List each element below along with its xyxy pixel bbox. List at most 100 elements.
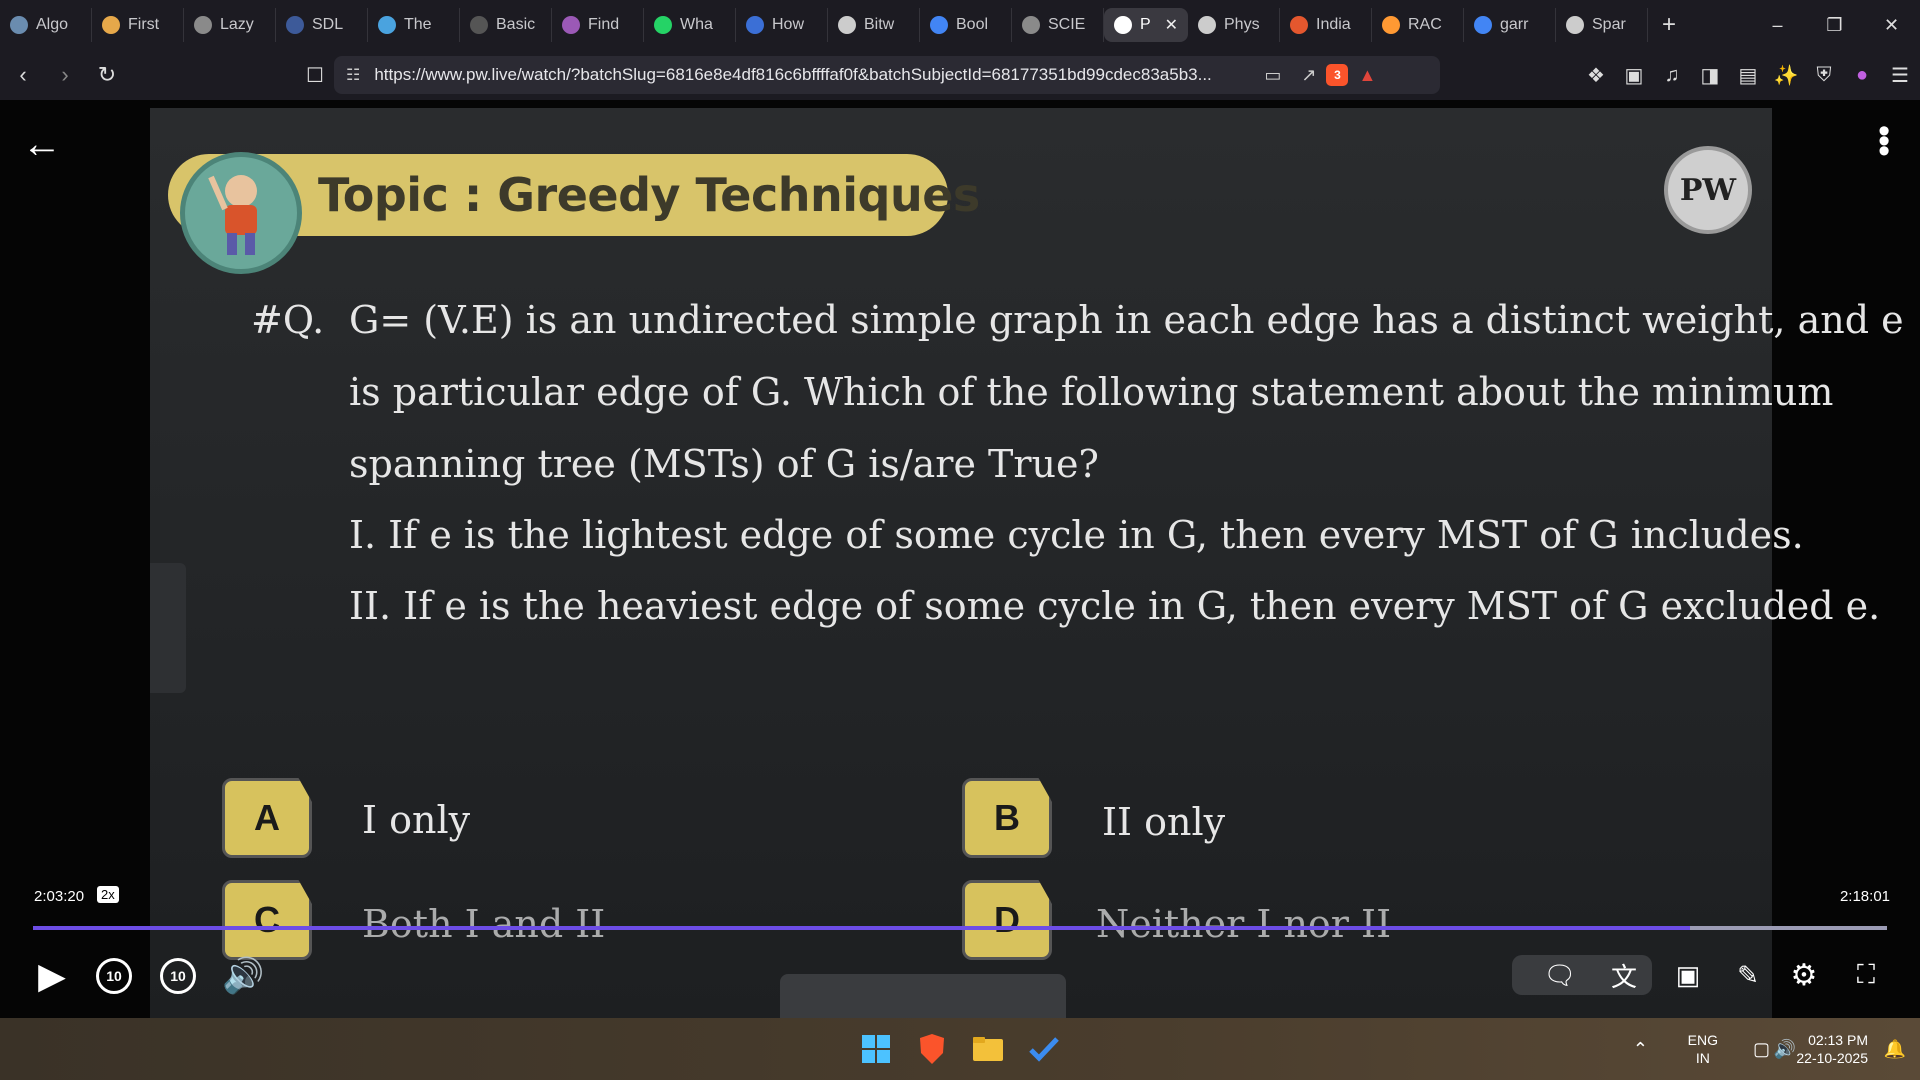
forward-icon[interactable]: › (46, 56, 84, 94)
profile-icon[interactable]: ● (1850, 56, 1874, 94)
browser-tab[interactable]: Wha (644, 8, 736, 42)
tab-label: First (128, 16, 160, 33)
code-icon (378, 16, 396, 34)
question-line-2: is particular edge of G. Which of the fo… (349, 370, 1834, 414)
browser-tab[interactable]: How (736, 8, 828, 42)
browser-tab[interactable]: Spar (1556, 8, 1648, 42)
play-icon[interactable]: ▶ (34, 955, 70, 996)
sidebar-icon[interactable]: ◨ (1698, 56, 1722, 94)
browser-tab[interactable]: RAC (1372, 8, 1464, 42)
video-player[interactable]: Topic : Greedy Techniques PW #Q. G= (V.E… (0, 100, 1920, 1024)
pen-toolbar (780, 974, 1066, 1024)
question-line-1: G= (V.E) is an undirected simple graph i… (349, 298, 1904, 342)
browser-tab[interactable]: Phys (1188, 8, 1280, 42)
browser-tab[interactable]: P ✕ (1104, 8, 1188, 42)
file-explorer-icon[interactable] (968, 1029, 1008, 1069)
minimize-icon[interactable]: – (1749, 0, 1806, 50)
music-icon[interactable]: ♫ (1660, 56, 1684, 94)
browser-tab[interactable]: India (1280, 8, 1372, 42)
rewind-10-icon[interactable]: 10 (96, 958, 132, 994)
brave-browser-icon[interactable] (912, 1029, 952, 1069)
restore-icon[interactable]: ❐ (1806, 0, 1863, 50)
browser-tab[interactable]: First (92, 8, 184, 42)
browser-tab[interactable]: Bool (920, 8, 1012, 42)
bookmark-icon (746, 16, 764, 34)
text-icon (838, 16, 856, 34)
address-bar[interactable]: ☷ https://www.pw.live/watch/?batchSlug=6… (334, 56, 1440, 94)
tab-label: Lazy (220, 16, 254, 33)
back-arrow-icon[interactable]: ← (22, 122, 62, 167)
lecture-slide: Topic : Greedy Techniques PW #Q. G= (V.E… (150, 108, 1904, 1024)
speaker-icon[interactable]: 🔊 (1774, 1018, 1796, 1080)
settings-icon[interactable]: ⚙ (1784, 955, 1824, 995)
clock[interactable]: 02:13 PM 22-10-2025 (1796, 1018, 1868, 1080)
option-c-badge: C (222, 880, 312, 960)
statement-2: II. If e is the heaviest edge of some cy… (349, 584, 1881, 628)
browser-tab[interactable]: Bitw (828, 8, 920, 42)
todo-icon[interactable] (1024, 1029, 1064, 1069)
close-tab-icon[interactable]: ✕ (1165, 15, 1178, 35)
clock-date: 22-10-2025 (1796, 1050, 1868, 1066)
rewards-icon[interactable]: ▲ (1358, 65, 1376, 86)
browser-tab[interactable]: garr (1464, 8, 1556, 42)
pip-icon[interactable]: ▣ (1668, 955, 1708, 995)
statement-1: I. If e is the lightest edge of some cyc… (349, 513, 1804, 557)
volume-icon[interactable]: 🔊 (222, 956, 264, 996)
notification-bell-icon[interactable]: 🔔 (1884, 1018, 1906, 1080)
site-settings-icon[interactable]: ☷ (346, 65, 360, 85)
mascot-image (180, 152, 302, 274)
browser-tab[interactable]: SDL (276, 8, 368, 42)
browser-tab[interactable]: Find (552, 8, 644, 42)
bookmark-icon[interactable]: ☐ (296, 56, 334, 94)
playback-speed-badge[interactable]: 2x (97, 886, 119, 903)
chat-icon[interactable]: 🗨 (1540, 955, 1580, 995)
cast-icon[interactable]: ▭ (1264, 65, 1281, 86)
tab-label: Basic (496, 16, 536, 33)
rewind-10-label: 10 (106, 968, 122, 984)
tab-label: RAC (1408, 16, 1442, 33)
os-taskbar: ⌃ ENG IN ▢ 🔊 02:13 PM 22-10-2025 🔔 (0, 1018, 1920, 1080)
forward-10-icon[interactable]: 10 (160, 958, 196, 994)
tab-label: Wha (680, 16, 713, 33)
question-number: #Q. (251, 298, 325, 342)
browser-tab[interactable]: Algo (0, 8, 92, 42)
option-a-badge: A (222, 778, 312, 858)
language-region: IN (1695, 1050, 1710, 1066)
tray-overflow-icon[interactable]: ⌃ (1633, 1018, 1648, 1080)
seek-bar[interactable] (33, 926, 1887, 930)
browser-tab[interactable]: Basic (460, 8, 552, 42)
url-text[interactable]: https://www.pw.live/watch/?batchSlug=681… (374, 65, 1254, 85)
network-icon[interactable]: ▢ (1753, 1018, 1770, 1080)
option-b-badge: B (962, 778, 1052, 858)
tab-label: How (772, 16, 805, 33)
language-indicator[interactable]: ENG IN (1688, 1018, 1718, 1080)
tab-label: Spar (1592, 16, 1626, 33)
browser-tab[interactable]: The (368, 8, 460, 42)
option-d-text: Neither I nor II (1096, 902, 1392, 946)
leo-icon[interactable]: ✨ (1774, 56, 1799, 94)
notes-icon[interactable]: ✎ (1728, 955, 1768, 995)
brain-icon (562, 16, 580, 34)
vpn-icon[interactable]: ⛨ (1812, 56, 1836, 94)
logo-icon (286, 16, 304, 34)
slide-edge (150, 563, 186, 693)
browser-tab[interactable]: Lazy (184, 8, 276, 42)
more-options-icon[interactable]: • • • (1878, 114, 1890, 168)
menu-icon[interactable]: ☰ (1888, 56, 1912, 94)
extensions-icon[interactable]: ❖ (1584, 56, 1608, 94)
reload-icon[interactable]: ↻ (88, 56, 126, 94)
new-tab-button[interactable]: + (1648, 11, 1690, 39)
close-window-icon[interactable]: ✕ (1863, 0, 1920, 50)
tab-label: garr (1500, 16, 1529, 33)
back-icon[interactable]: ‹ (4, 56, 42, 94)
share-icon[interactable]: ↗ (1301, 65, 1316, 86)
brave-shields-icon[interactable]: 3 (1326, 64, 1349, 86)
fullscreen-icon[interactable]: ⛶ (1846, 955, 1886, 995)
browser-tab[interactable]: SCIE (1012, 8, 1104, 42)
tab-label: Algo (36, 16, 69, 33)
translate-icon[interactable]: 文 (1604, 955, 1644, 995)
reader-icon[interactable]: ▣ (1622, 56, 1646, 94)
windows-start-icon[interactable] (856, 1029, 896, 1069)
wallet-icon[interactable]: ▤ (1736, 56, 1760, 94)
wiki-icon (1198, 16, 1216, 34)
